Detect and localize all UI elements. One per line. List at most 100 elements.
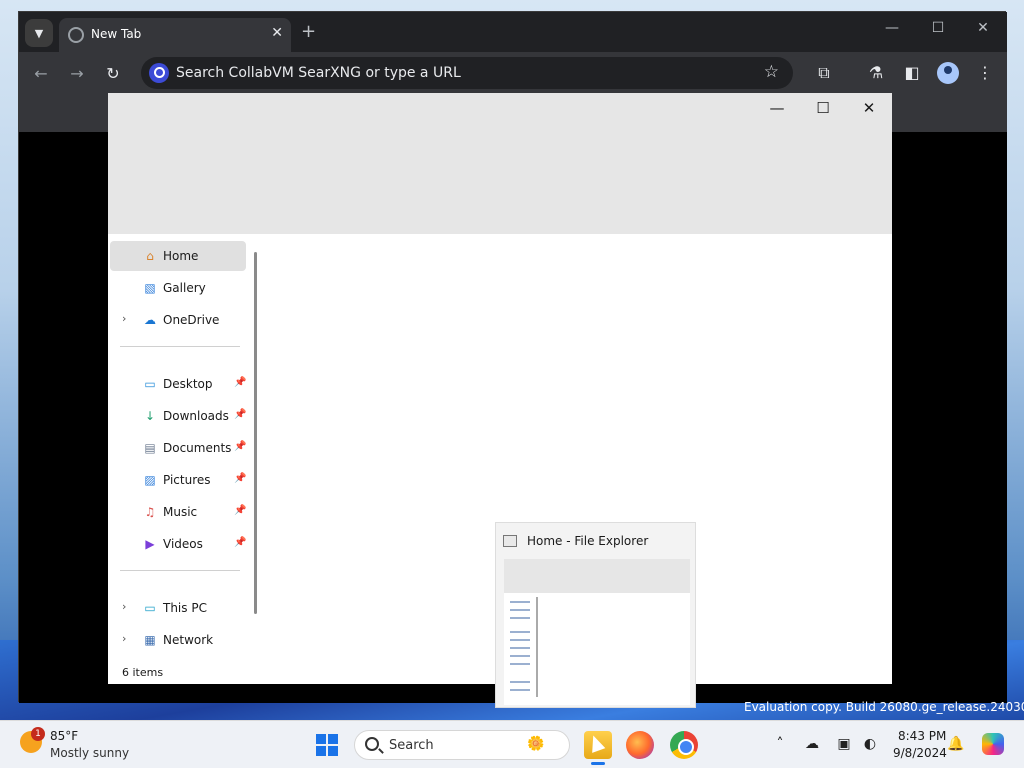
chevron-up-icon[interactable]: ˄	[770, 736, 790, 752]
nav-item-label: Network	[163, 633, 214, 647]
chevron-right-icon[interactable]: ›	[122, 312, 126, 325]
profile-avatar-icon[interactable]	[937, 62, 959, 84]
thumbnail-preview-line	[510, 617, 530, 619]
network-icon[interactable]: ▣	[834, 736, 854, 752]
nav-item-music[interactable]: ♫ Music 📌	[110, 497, 247, 527]
music-icon: ♫	[144, 505, 156, 519]
tab-search-button[interactable]: ▼	[25, 19, 53, 47]
bookmark-star-icon[interactable]: ☆	[764, 62, 779, 82]
weather-notification-badge: 1	[31, 727, 45, 741]
search-highlight-icon: 🌼	[527, 736, 545, 752]
reload-icon[interactable]: ↻	[103, 64, 123, 83]
document-icon: ▤	[144, 441, 156, 455]
nav-item-downloads[interactable]: ↓ Downloads 📌	[110, 401, 246, 431]
taskbar: 1 85°F Mostly sunny Search 🌼 ˄ ☁ ▣ ◐ 8:4…	[0, 720, 1024, 768]
clock-date[interactable]: 9/8/2024	[893, 746, 947, 760]
nav-divider	[120, 570, 240, 571]
browser-close-button[interactable]: ✕	[971, 20, 995, 36]
nav-item-label: OneDrive	[163, 313, 220, 327]
menu-kebab-icon[interactable]: ⋮	[974, 63, 996, 82]
windows-logo-icon	[328, 746, 338, 756]
globe-icon	[68, 27, 84, 43]
taskbar-thumbnail-preview[interactable]: Home - File Explorer	[495, 522, 696, 708]
thumbnail-preview-line	[510, 639, 530, 641]
address-bar-placeholder: Search CollabVM SearXNG or type a URL	[176, 65, 461, 81]
nav-item-desktop[interactable]: ▭ Desktop 📌	[110, 369, 246, 399]
computer-icon: ▭	[144, 601, 156, 615]
copilot-icon[interactable]	[982, 733, 1004, 755]
nav-item-pictures[interactable]: ▨ Pictures 📌	[110, 465, 246, 495]
start-button[interactable]	[316, 734, 338, 756]
nav-item-network[interactable]: › ▦ Network	[110, 625, 246, 655]
picture-icon: ▨	[144, 473, 156, 487]
chevron-right-icon[interactable]: ›	[122, 632, 126, 645]
onedrive-offline-icon[interactable]: ☁	[802, 736, 822, 752]
back-arrow-icon[interactable]: ←	[31, 64, 51, 83]
active-app-indicator	[591, 762, 605, 765]
browser-toolbar: ← → ↻ Search CollabVM SearXNG or type a …	[19, 52, 1007, 94]
nav-item-videos[interactable]: ▶ Videos 📌	[110, 529, 246, 559]
browser-minimize-button[interactable]: —	[880, 20, 904, 36]
explorer-close-button[interactable]: ✕	[854, 99, 884, 117]
tab-strip: ▼ New Tab ✕ + — ☐ ✕	[19, 12, 1007, 52]
address-bar[interactable]: Search CollabVM SearXNG or type a URL ☆	[141, 57, 793, 89]
nav-item-label: Pictures	[163, 473, 211, 487]
thumbnail-preview-line	[510, 609, 530, 611]
nav-item-onedrive[interactable]: › ☁ OneDrive	[110, 305, 246, 335]
browser-maximize-button[interactable]: ☐	[926, 20, 950, 36]
weather-description[interactable]: Mostly sunny	[50, 746, 129, 760]
tab-new-tab[interactable]: New Tab ✕	[59, 18, 291, 52]
gallery-icon: ▧	[144, 281, 156, 295]
nav-pane-scrollbar[interactable]	[254, 252, 257, 614]
new-tab-button[interactable]: +	[301, 21, 316, 42]
pin-icon: 📌	[234, 377, 247, 388]
video-icon: ▶	[145, 537, 155, 551]
nav-item-label: Home	[163, 249, 199, 263]
tab-close-icon[interactable]: ✕	[271, 25, 283, 41]
nav-item-home[interactable]: ⌂ Home	[110, 241, 246, 271]
network-icon: ▦	[144, 633, 156, 647]
windows-logo-icon	[316, 746, 326, 756]
thumbnail-preview-line	[510, 663, 530, 665]
firefox-taskbar-icon[interactable]	[626, 731, 654, 759]
thumbnail-title: Home - File Explorer	[527, 534, 649, 548]
chrome-taskbar-icon[interactable]	[670, 731, 698, 759]
desktop-icon: ▭	[144, 377, 156, 391]
extensions-icon[interactable]: ⧉	[813, 63, 835, 83]
clock-time[interactable]: 8:43 PM	[898, 729, 946, 743]
thumbnail-preview-line	[510, 655, 530, 657]
side-panel-icon[interactable]: ◧	[901, 63, 923, 82]
taskbar-search-box[interactable]: Search 🌼	[354, 730, 570, 760]
forward-arrow-icon[interactable]: →	[67, 64, 87, 83]
nav-item-label: Videos	[163, 537, 203, 551]
thumbnail-window-preview	[504, 559, 690, 705]
thumbnail-preview-line	[510, 681, 530, 683]
nav-item-label: Gallery	[163, 281, 206, 295]
search-icon	[365, 737, 379, 751]
nav-item-label: Downloads	[163, 409, 229, 423]
nav-item-this-pc[interactable]: › ▭ This PC	[110, 593, 246, 623]
explorer-minimize-button[interactable]: —	[762, 99, 792, 117]
nav-item-gallery[interactable]: ▧ Gallery	[110, 273, 246, 303]
bell-icon[interactable]: 🔔	[946, 736, 966, 752]
cloud-icon: ☁	[144, 313, 156, 327]
status-bar-item-count: 6 items	[122, 666, 164, 679]
home-icon: ⌂	[146, 249, 154, 263]
explorer-maximize-button[interactable]: ☐	[808, 99, 838, 117]
pin-icon: 📌	[234, 537, 247, 548]
weather-temperature[interactable]: 85°F	[50, 729, 78, 743]
labs-flask-icon[interactable]: ⚗	[865, 63, 887, 82]
download-icon: ↓	[144, 409, 156, 423]
windows-logo-icon	[316, 734, 326, 744]
nav-item-documents[interactable]: ▤ Documents 📌	[110, 433, 246, 463]
thumbnail-preview-header	[504, 559, 690, 593]
thumbnail-preview-line	[510, 689, 530, 691]
explorer-titlebar: — ☐ ✕	[108, 93, 892, 234]
thumbnail-preview-nav	[506, 597, 538, 697]
chevron-right-icon[interactable]: ›	[122, 600, 126, 613]
pin-icon: 📌	[234, 473, 247, 484]
tab-title: New Tab	[91, 27, 142, 41]
search-engine-icon	[149, 63, 169, 83]
nav-item-label: Documents	[163, 441, 232, 455]
speaker-icon[interactable]: ◐	[860, 736, 880, 752]
